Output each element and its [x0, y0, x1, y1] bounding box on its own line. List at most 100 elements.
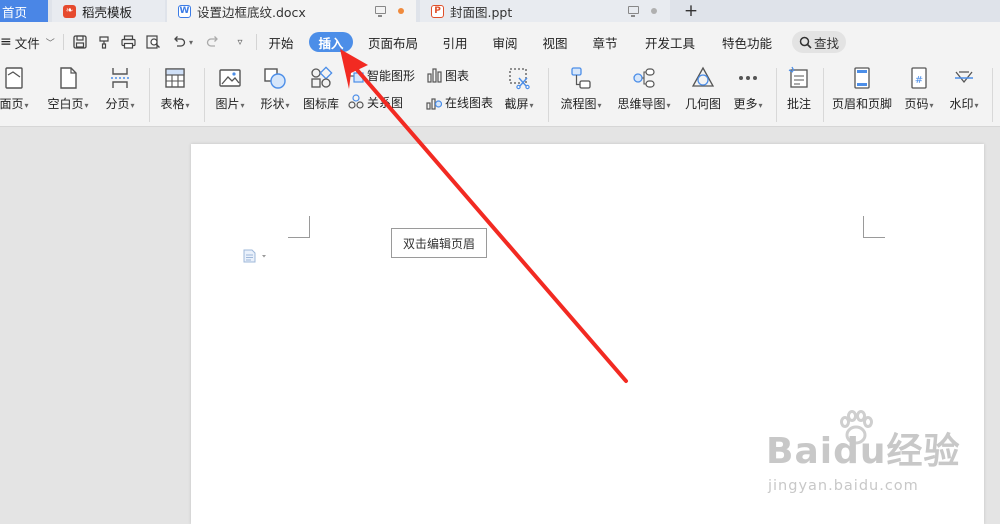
page-number-button[interactable]: # 页码▾ — [898, 62, 940, 118]
blank-page-button[interactable]: 空白页▾ — [43, 62, 93, 118]
tab-chapter-label: 章节 — [592, 35, 618, 51]
icon-library-button[interactable]: 图标库 — [299, 62, 343, 118]
cover-page-icon — [5, 67, 23, 89]
unsaved-dot-icon — [398, 8, 404, 14]
picture-button[interactable]: 图片▾ — [208, 62, 252, 118]
search-icon — [799, 36, 812, 49]
comment-icon — [788, 66, 808, 88]
tab-developer-tools[interactable]: 开发工具 — [643, 22, 697, 62]
relation-chart-icon — [348, 94, 364, 109]
tab-developer-tools-label: 开发工具 — [644, 35, 695, 51]
divider — [63, 34, 64, 50]
table-label: 表格 — [160, 97, 185, 111]
tab-start-label: 开始 — [268, 35, 294, 51]
monitor-icon[interactable] — [628, 6, 639, 17]
header-edit-hint[interactable]: 双击编辑页眉 — [391, 228, 487, 258]
more-button[interactable]: 更多▾ — [727, 62, 769, 118]
comment-button[interactable]: 批注 — [780, 62, 818, 118]
picture-label: 图片 — [215, 97, 240, 111]
customize-toolbar-icon[interactable]: ▿ — [232, 34, 248, 50]
tab-home[interactable]: 首页 — [0, 0, 48, 22]
screenshot-button[interactable]: 截屏▾ — [499, 62, 539, 118]
table-button[interactable]: 表格▾ — [153, 62, 197, 118]
icon-library-label: 图标库 — [302, 97, 339, 111]
file-menu[interactable]: ≡ 文件 ﹀ — [0, 22, 55, 62]
undo-icon[interactable] — [171, 34, 187, 50]
new-tab-button[interactable]: + — [676, 0, 706, 22]
chart-button[interactable]: 图表 — [426, 66, 469, 84]
online-chart-button[interactable]: 在线图表 — [426, 93, 493, 111]
hamburger-icon: ≡ — [0, 34, 12, 50]
relation-chart-button[interactable]: 关系图 — [348, 93, 403, 111]
header-edit-hint-label: 双击编辑页眉 — [402, 236, 475, 251]
file-menu-label: 文件 — [14, 35, 40, 51]
status-dot-icon — [651, 8, 657, 14]
tab-presentation[interactable]: P 封面图.ppt — [420, 0, 670, 22]
shape-label: 形状 — [260, 97, 285, 111]
header-footer-label: 页眉和页脚 — [831, 97, 892, 111]
relation-chart-label: 关系图 — [367, 95, 404, 110]
search-button[interactable]: 查找 — [792, 31, 846, 53]
smart-art-label: 智能图形 — [367, 68, 416, 83]
plus-icon: + — [683, 1, 699, 21]
tab-review[interactable]: 审阅 — [490, 22, 520, 62]
divider — [548, 68, 549, 122]
watermark-button[interactable]: 水印▾ — [943, 62, 985, 118]
header-footer-icon — [854, 67, 870, 89]
format-painter-icon[interactable] — [96, 34, 112, 50]
flowchart-icon — [571, 67, 591, 89]
undo-dropdown-icon[interactable]: ▾ — [186, 34, 196, 50]
mindmap-button[interactable]: 思维导图▾ — [612, 62, 676, 118]
divider — [204, 68, 205, 122]
tab-document[interactable]: W 设置边框底纹.docx — [167, 0, 416, 22]
watermark-main-text: Baidu经验 — [766, 431, 961, 472]
cover-page-button[interactable]: 面页▾ — [0, 62, 36, 118]
shape-icon — [264, 68, 286, 89]
divider — [256, 34, 257, 50]
table-icon — [165, 68, 185, 88]
svg-text:#: # — [915, 75, 923, 86]
tab-review-label: 审阅 — [492, 35, 518, 51]
tab-chapter[interactable]: 章节 — [590, 22, 620, 62]
tab-special-features[interactable]: 特色功能 — [719, 22, 775, 62]
geometry-button[interactable]: 几何图 — [681, 62, 725, 118]
page-number-icon: # — [911, 67, 927, 89]
cover-page-label: 面页 — [0, 97, 24, 111]
chevron-down-icon: ﹀ — [45, 38, 55, 49]
screenshot-label: 截屏 — [504, 97, 529, 111]
icon-library-icon — [311, 66, 333, 88]
chart-label: 图表 — [445, 68, 470, 83]
tab-start[interactable]: 开始 — [265, 22, 297, 62]
redo-icon[interactable] — [205, 34, 221, 50]
tab-document-label: 设置边框底纹.docx — [197, 4, 306, 20]
header-footer-button[interactable]: 页眉和页脚 — [828, 62, 896, 118]
tab-view[interactable]: 视图 — [540, 22, 570, 62]
tab-references[interactable]: 引用 — [440, 22, 470, 62]
flowchart-label: 流程图 — [560, 97, 597, 111]
print-preview-icon[interactable] — [145, 34, 161, 50]
tab-view-label: 视图 — [542, 35, 568, 51]
tab-insert[interactable]: 插入 — [309, 32, 353, 52]
word-doc-icon: W — [178, 4, 191, 18]
tab-docer-templates[interactable]: ❧ 稻壳模板 — [52, 0, 165, 22]
smart-art-button[interactable]: 智能图形 — [348, 66, 415, 84]
flowchart-button[interactable]: 流程图▾ — [555, 62, 607, 118]
paragraph-layout-icon[interactable] — [243, 249, 267, 266]
docer-icon: ❧ — [63, 4, 76, 18]
screenshot-icon — [509, 68, 530, 90]
tab-page-layout[interactable]: 页面布局 — [366, 22, 420, 62]
monitor-icon[interactable] — [375, 6, 386, 17]
tab-references-label: 引用 — [442, 35, 468, 51]
page-break-button[interactable]: 分页▾ — [98, 62, 142, 118]
ppt-doc-icon: P — [431, 4, 444, 18]
divider — [149, 68, 150, 122]
page-number-label: 页码 — [904, 97, 929, 111]
mindmap-icon — [633, 68, 655, 88]
shape-button[interactable]: 形状▾ — [253, 62, 297, 118]
print-icon[interactable] — [120, 34, 136, 50]
blank-page-label: 空白页 — [47, 97, 84, 111]
save-icon[interactable] — [72, 34, 88, 50]
more-icon — [739, 76, 757, 80]
divider — [823, 68, 824, 122]
watermark-sub-text: jingyan.baidu.com — [768, 478, 919, 494]
